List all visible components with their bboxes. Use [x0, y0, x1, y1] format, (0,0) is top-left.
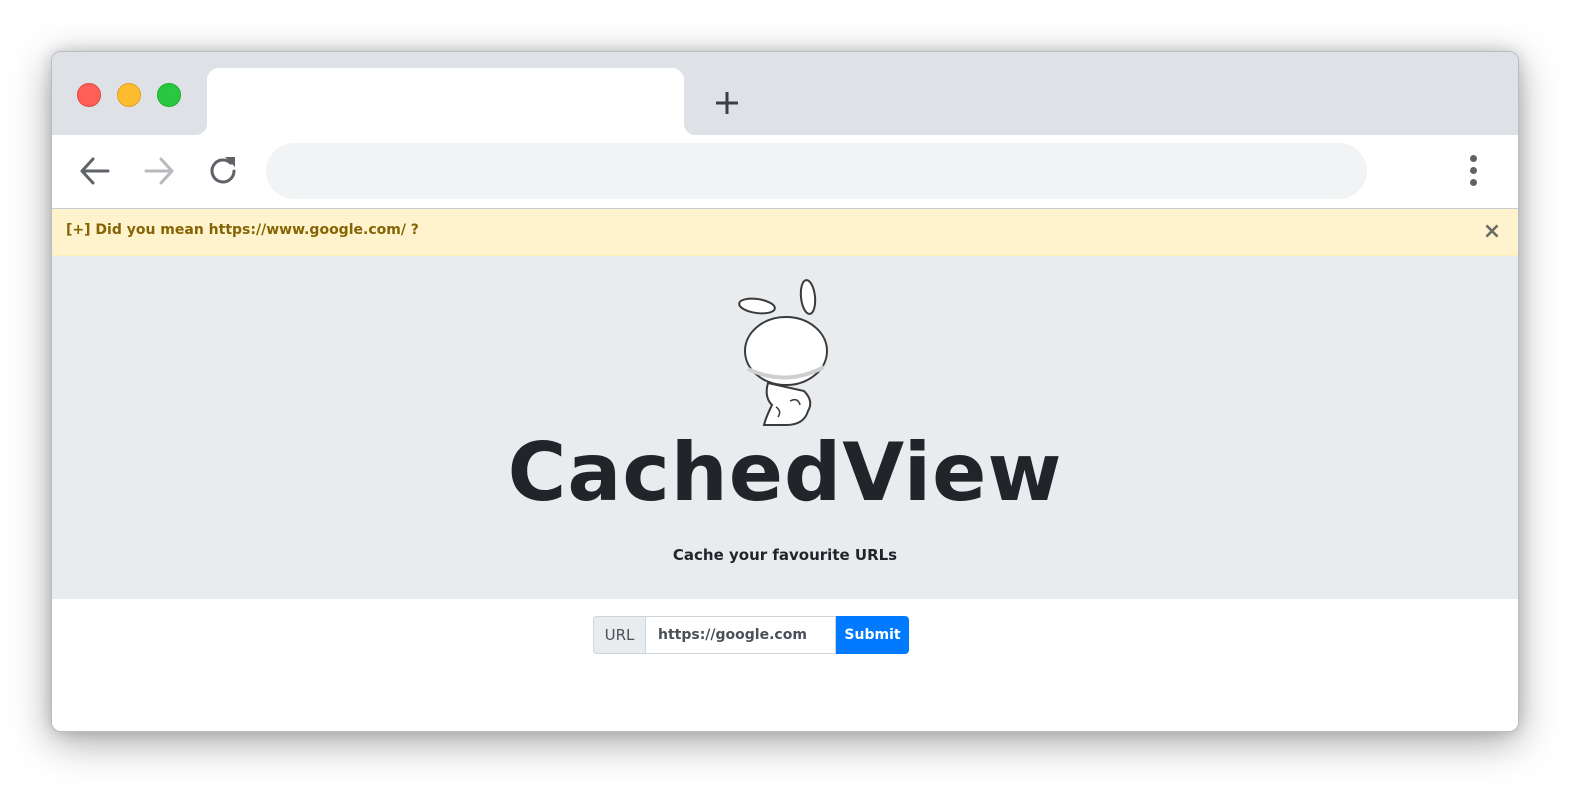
suggestion-alert: [+] Did you mean https://www.google.com/…: [52, 209, 1518, 256]
forward-button[interactable]: [141, 153, 177, 189]
active-tab[interactable]: [195, 68, 696, 135]
minimize-window-button[interactable]: [117, 83, 141, 107]
kebab-menu-icon: [1470, 167, 1477, 174]
maximize-window-button[interactable]: [157, 83, 181, 107]
url-input-label: URL: [593, 616, 646, 654]
bunny-mascot-image: [738, 279, 828, 426]
close-window-button[interactable]: [77, 83, 101, 107]
kebab-menu-icon: [1470, 179, 1477, 186]
browser-window: [+] Did you mean https://www.google.com/…: [51, 51, 1519, 732]
plus-icon: [716, 92, 738, 114]
address-bar[interactable]: [266, 143, 1367, 199]
kebab-menu-icon: [1470, 155, 1477, 162]
alert-message: [+] Did you mean https://www.google.com/…: [66, 222, 419, 238]
submit-button[interactable]: Submit: [836, 616, 909, 654]
browser-titlebar: [52, 52, 1518, 135]
forward-arrow-icon: [144, 157, 174, 185]
browser-toolbar: [52, 135, 1518, 209]
cache-url-form: URL Submit: [593, 616, 909, 654]
alert-close-icon[interactable]: ×: [1480, 220, 1504, 244]
new-tab-button[interactable]: [712, 88, 742, 118]
browser-menu-button[interactable]: [1462, 153, 1486, 189]
reload-icon: [210, 157, 236, 184]
page-subtitle: Cache your favourite URLs: [672, 546, 898, 564]
page-content: [+] Did you mean https://www.google.com/…: [52, 209, 1518, 731]
reload-button[interactable]: [205, 153, 241, 189]
url-input[interactable]: [646, 616, 836, 654]
page-title: CachedView: [507, 426, 1063, 519]
back-button[interactable]: [77, 153, 113, 189]
back-arrow-icon: [80, 157, 110, 185]
hero-jumbotron: CachedView Cache your favourite URLs: [52, 256, 1518, 599]
